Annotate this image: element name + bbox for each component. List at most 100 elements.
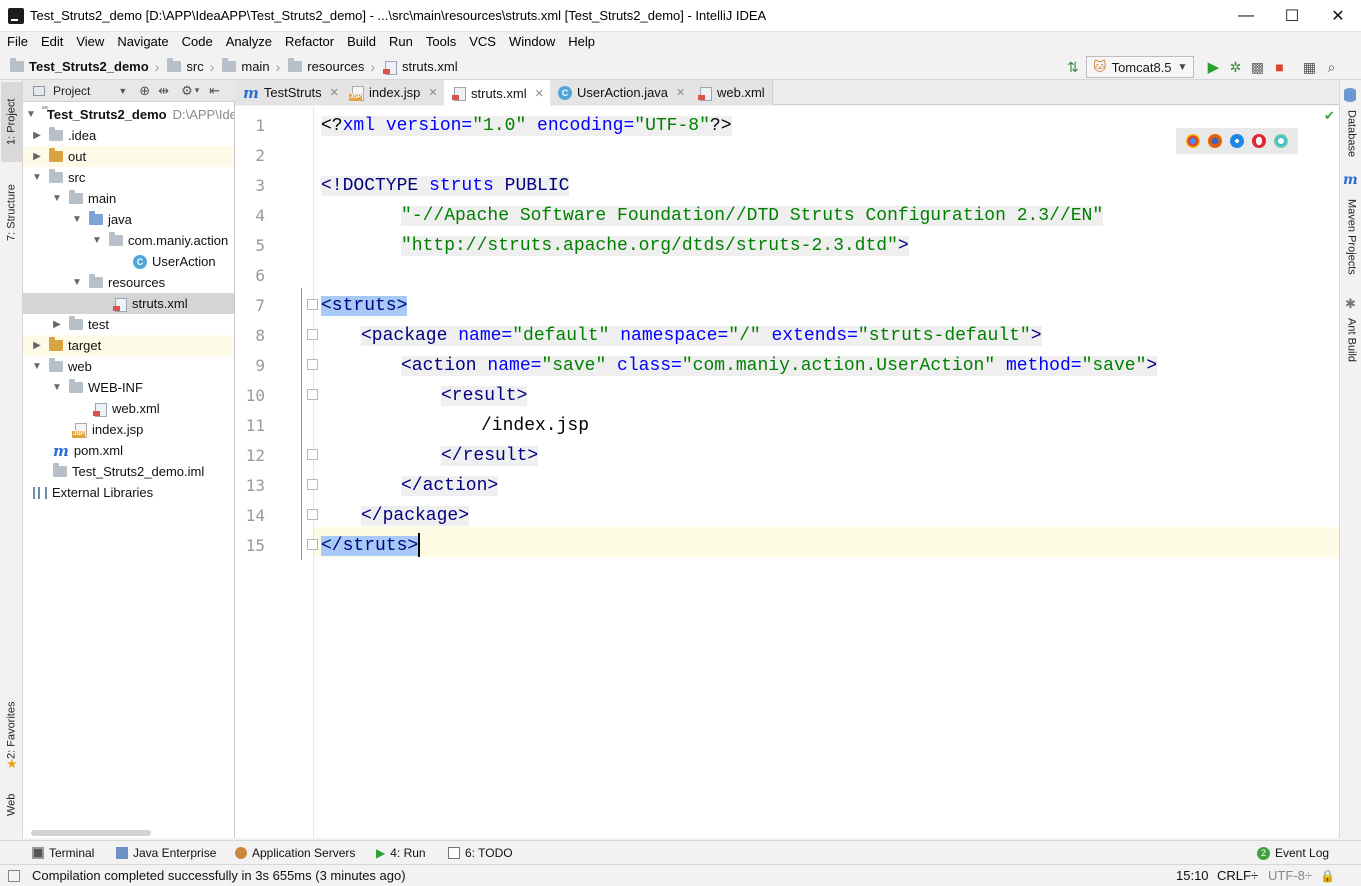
run-icon[interactable]: ▶ [1202, 56, 1224, 78]
menu-build[interactable]: Build [340, 32, 382, 52]
structure-tool-tab[interactable]: 7: Structure [1, 168, 22, 258]
chevron-right-icon[interactable]: ▶ [51, 319, 63, 330]
fold-marker-icon[interactable] [307, 359, 318, 370]
tree-item-index-jsp[interactable]: index.jsp [23, 419, 234, 440]
tree-item-idea[interactable]: ▶ .idea [23, 125, 234, 146]
tree-item-resources[interactable]: ▼ resources [23, 272, 234, 293]
tree-item-test[interactable]: ▶ test [23, 314, 234, 335]
project-tool-tab[interactable]: 1: Project [1, 82, 22, 162]
terminal-tool-button[interactable]: Terminal [32, 841, 94, 865]
maximize-button[interactable]: ☐ [1269, 0, 1315, 32]
tree-item-web[interactable]: ▼ web [23, 356, 234, 377]
chevron-right-icon[interactable]: ▶ [31, 340, 43, 351]
fold-marker-icon[interactable] [307, 479, 318, 490]
menu-vcs[interactable]: VCS [462, 32, 502, 52]
close-tab-icon[interactable]: ✕ [535, 87, 544, 100]
chevron-right-icon[interactable]: ▶ [31, 130, 43, 141]
close-button[interactable]: ✕ [1315, 0, 1361, 32]
web-tool-tab[interactable]: Web [1, 780, 22, 830]
horizontal-scrollbar[interactable] [31, 830, 151, 836]
tab-useraction-java[interactable]: C UserAction.java ✕ [550, 80, 694, 105]
tab-struts-xml[interactable]: struts.xml ✕ [444, 80, 552, 106]
tree-item-pom-xml[interactable]: m pom.xml [23, 440, 234, 461]
menu-edit[interactable]: Edit [34, 32, 69, 52]
menu-window[interactable]: Window [502, 32, 561, 52]
menu-view[interactable]: View [69, 32, 110, 52]
tree-item-web-xml[interactable]: web.xml [23, 398, 234, 419]
fold-marker-icon[interactable] [307, 449, 318, 460]
tree-item-iml[interactable]: Test_Struts2_demo.iml [23, 461, 234, 482]
menu-navigate[interactable]: Navigate [110, 32, 174, 52]
tree-item-project-root[interactable]: ▼ Test_Struts2_demo D:\APP\Idea [23, 104, 234, 125]
chevron-down-icon[interactable]: ▼ [71, 214, 83, 225]
menu-file[interactable]: File [0, 32, 34, 52]
tree-item-src[interactable]: ▼ src [23, 167, 234, 188]
breadcrumb-main[interactable]: main › [222, 54, 288, 80]
toggle-tool-windows-icon[interactable] [8, 870, 20, 882]
tree-item-struts-xml[interactable]: struts.xml [23, 293, 234, 314]
collapse-all-icon[interactable]: ⇹ [158, 83, 169, 99]
tree-item-web-inf[interactable]: ▼ WEB-INF [23, 377, 234, 398]
todo-tool-button[interactable]: 6: TODO [448, 841, 513, 865]
fold-marker-icon[interactable] [307, 389, 318, 400]
status-message[interactable]: Compilation completed successfully in 3s… [32, 868, 406, 883]
java-enterprise-tool-button[interactable]: Java Enterprise [116, 841, 216, 865]
coverage-icon[interactable]: ▩ [1246, 56, 1268, 78]
code-editor[interactable]: 1 2 3 4 5 6 7 8 9 10 11 12 13 14 15 <?xm… [235, 106, 1339, 838]
tree-item-target[interactable]: ▶ target [23, 335, 234, 356]
chevron-down-icon[interactable]: ▼ [91, 235, 103, 246]
lock-icon[interactable]: 🔒 [1320, 869, 1335, 883]
chevron-down-icon[interactable]: ▼ [31, 172, 43, 183]
breadcrumb-project[interactable]: Test_Struts2_demo › [10, 54, 167, 80]
close-tab-icon[interactable]: ✕ [676, 86, 685, 99]
tab-web-xml[interactable]: web.xml [690, 80, 773, 105]
chrome-icon[interactable] [1186, 134, 1200, 148]
chevron-down-icon[interactable]: ▼ [118, 86, 127, 96]
tab-teststruts[interactable]: m TestStruts ✕ [235, 80, 347, 105]
menu-refactor[interactable]: Refactor [278, 32, 340, 52]
tree-item-package[interactable]: ▼ com.maniy.action [23, 230, 234, 251]
maven-tool-tab[interactable]: Maven Projects [1341, 192, 1361, 282]
database-tool-tab[interactable]: Database [1341, 104, 1361, 164]
close-tab-icon[interactable]: ✕ [330, 86, 339, 99]
menu-analyze[interactable]: Analyze [219, 32, 278, 52]
chevron-down-icon[interactable]: ▼ [51, 193, 63, 204]
opera-icon[interactable] [1252, 134, 1266, 148]
chevron-down-icon[interactable]: ▼ [51, 382, 63, 393]
chevron-right-icon[interactable]: ▶ [31, 151, 43, 162]
menu-code[interactable]: Code [175, 32, 219, 52]
stop-icon[interactable]: ■ [1268, 56, 1290, 78]
breadcrumb-resources[interactable]: resources › [288, 54, 383, 80]
tree-item-external-libraries[interactable]: External Libraries [23, 482, 234, 503]
fold-marker-icon[interactable] [307, 509, 318, 520]
safari-icon[interactable] [1230, 134, 1244, 148]
chevron-down-icon[interactable]: ▼ [31, 361, 43, 372]
fold-marker-icon[interactable] [307, 329, 318, 340]
minimize-button[interactable]: — [1223, 0, 1269, 32]
tree-item-main[interactable]: ▼ main [23, 188, 234, 209]
tab-index-jsp[interactable]: index.jsp ✕ [342, 80, 446, 105]
file-encoding[interactable]: UTF-8÷ [1268, 868, 1312, 883]
menu-run[interactable]: Run [382, 32, 419, 52]
run-tool-button[interactable]: ▶ 4: Run [376, 841, 426, 865]
menu-help[interactable]: Help [561, 32, 601, 52]
breadcrumb-struts-xml[interactable]: struts.xml [382, 54, 462, 80]
inspection-ok-icon[interactable]: ✔ [1324, 108, 1335, 124]
hide-panel-icon[interactable]: ⇤ [209, 83, 220, 99]
chevron-down-icon[interactable]: ▼ [26, 109, 36, 120]
gear-icon[interactable]: ⚙ [181, 83, 193, 99]
chevron-down-icon[interactable]: ▾ [195, 85, 200, 96]
build-project-icon[interactable]: ⇅ [1062, 56, 1084, 78]
tree-item-useraction[interactable]: C UserAction [23, 251, 234, 272]
chevron-down-icon[interactable]: ▼ [71, 277, 83, 288]
application-servers-tool-button[interactable]: Application Servers [235, 841, 355, 865]
scroll-from-source-icon[interactable]: ⊕ [139, 83, 150, 99]
ant-build-tool-tab[interactable]: Ant Build [1341, 310, 1361, 370]
firefox-icon[interactable] [1208, 134, 1222, 148]
project-structure-icon[interactable]: ▦ [1298, 56, 1320, 78]
caret-position[interactable]: 15:10 [1176, 868, 1209, 883]
close-tab-icon[interactable]: ✕ [428, 86, 437, 99]
line-separator[interactable]: CRLF÷ [1217, 868, 1258, 883]
run-configuration-select[interactable]: 🐱 Tomcat8.5 ▼ [1086, 56, 1195, 78]
debug-icon[interactable]: ✲ [1224, 56, 1246, 78]
